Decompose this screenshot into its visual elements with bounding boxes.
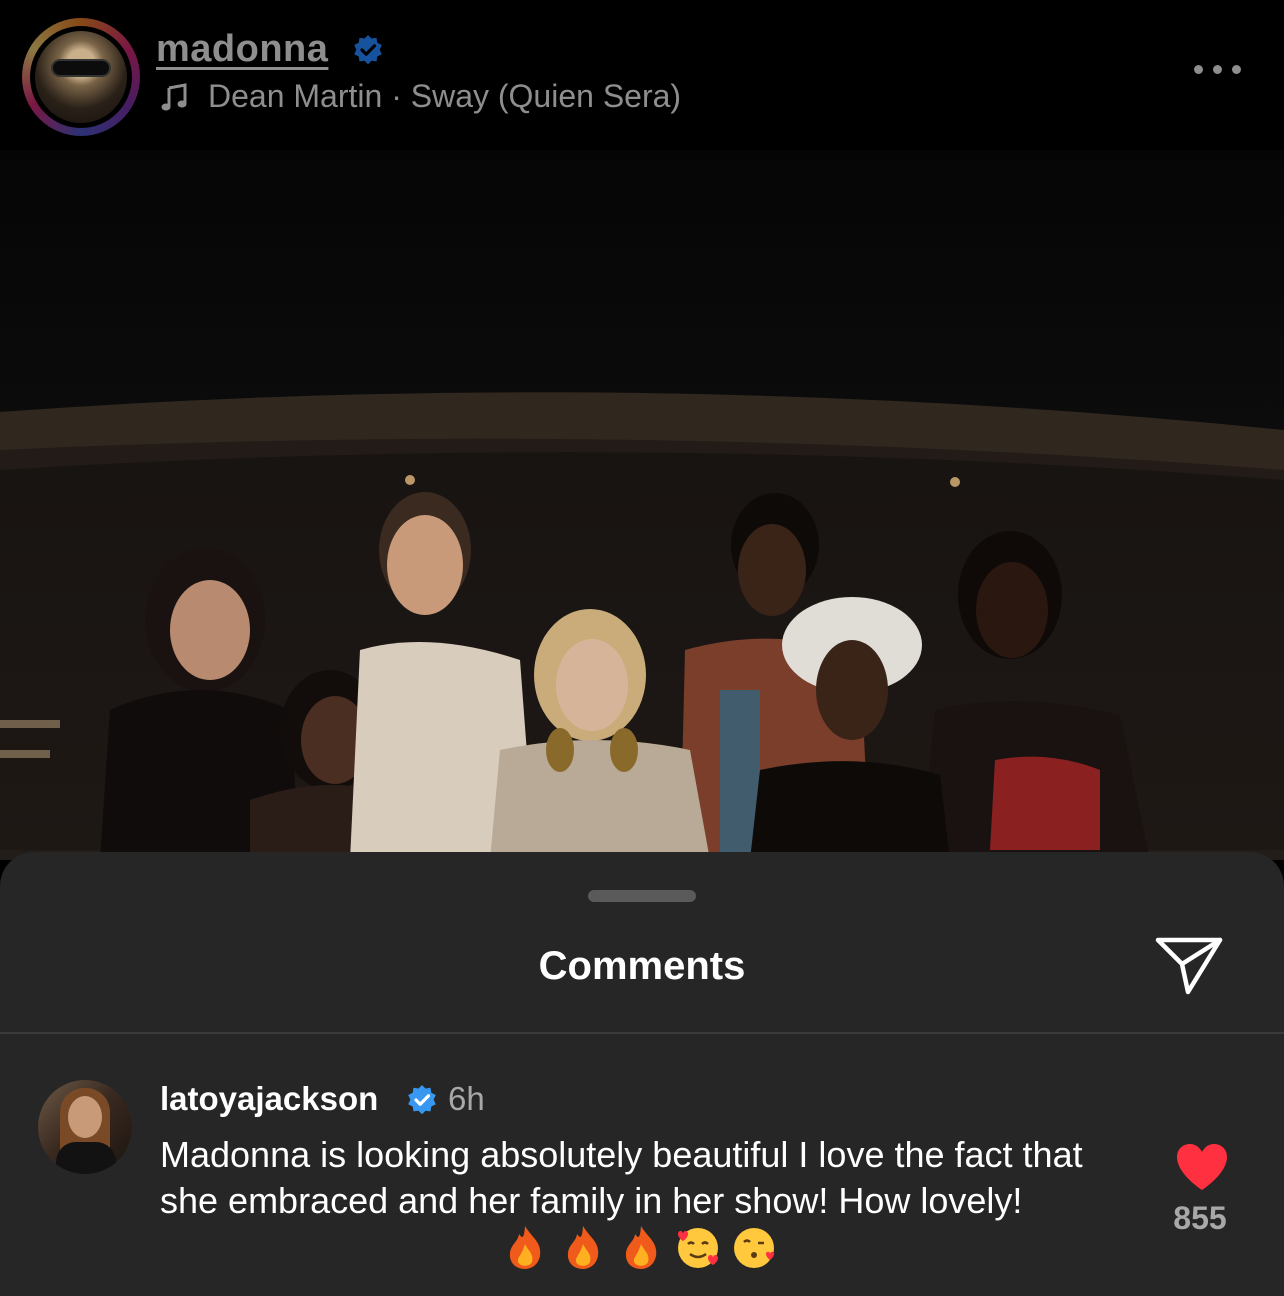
post-photo[interactable] [0,150,1284,860]
comment-username[interactable]: latoyajackson [160,1080,378,1118]
avatar-face [68,1096,102,1138]
verified-badge-icon [408,1085,436,1115]
face-blowing-kiss-emoji [734,1228,774,1268]
fire-emoji [567,1226,599,1269]
post-header: madonna Dean Martin · Sway (Quien Sera) [0,0,1284,150]
send-icon[interactable] [1154,934,1224,998]
comment-text: Madonna is looking absolutely beautiful … [160,1134,1083,1221]
smiling-face-with-hearts-emoji [678,1228,718,1268]
comments-title: Comments [538,944,746,988]
heart-icon[interactable] [1174,1142,1230,1192]
drag-handle[interactable] [588,890,696,902]
avatar-sunglasses [53,61,109,75]
verified-badge-icon [354,35,382,65]
comments-sheet: Comments latoyajackson 6h Madonna is loo… [0,852,1284,1296]
fire-emoji [625,1226,657,1269]
post-username[interactable]: madonna [156,28,328,71]
music-note-icon [161,83,187,111]
sheet-divider [0,1032,1284,1034]
audio-track-link[interactable]: Dean Martin · Sway (Quien Sera) [208,78,681,115]
comment-avatar[interactable] [38,1080,132,1174]
fire-emoji [509,1226,541,1269]
like-count: 855 [1173,1200,1227,1236]
photo-scene [0,392,1284,860]
avatar-body [56,1142,116,1174]
more-options-icon[interactable] [1190,58,1246,82]
profile-avatar[interactable] [35,31,127,123]
comment-timestamp: 6h [448,1080,485,1117]
